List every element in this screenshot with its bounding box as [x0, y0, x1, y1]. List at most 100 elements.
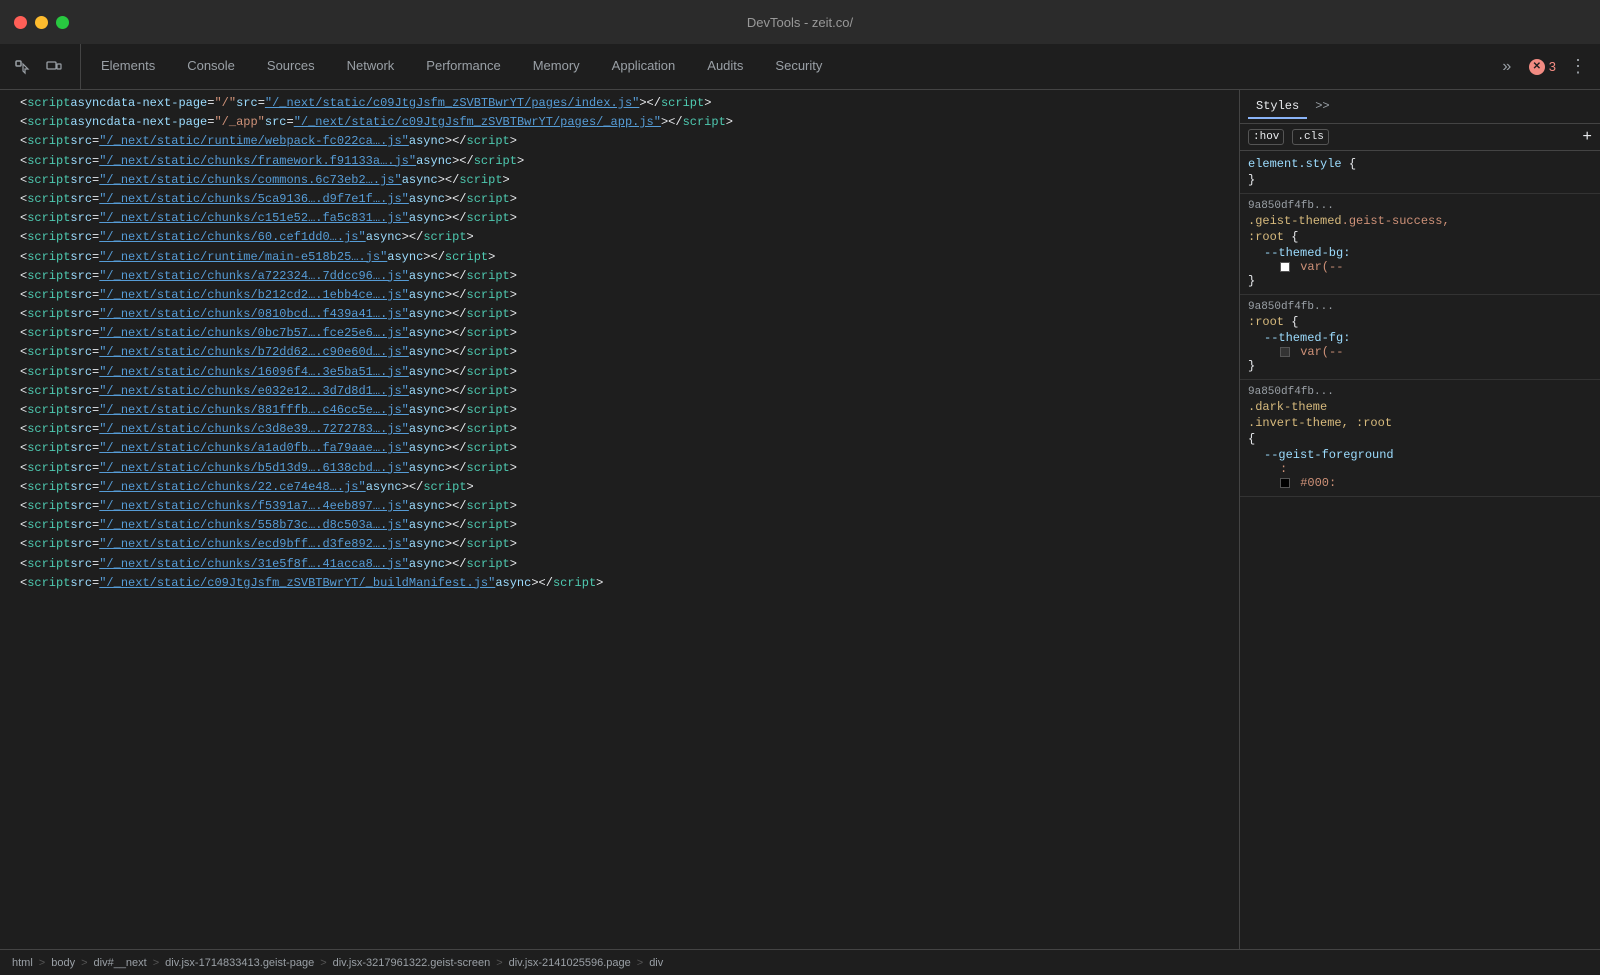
style-source-2[interactable]: 9a850df4fb... — [1248, 301, 1592, 313]
error-count: 3 — [1549, 59, 1556, 74]
style-prop-2: --themed-fg: — [1248, 331, 1592, 345]
style-val-3: : — [1248, 462, 1592, 476]
filter-hov-button[interactable]: :hov — [1248, 129, 1284, 145]
breadcrumb-item[interactable]: html — [8, 955, 37, 971]
style-block-2: 9a850df4fb... :root { --themed-fg: var(-… — [1240, 295, 1600, 380]
style-selector-2: :root { — [1248, 315, 1592, 329]
breadcrumb-item[interactable]: div — [645, 955, 667, 971]
code-line: <script src="/_next/static/chunks/b5d13d… — [0, 459, 1239, 478]
code-line: <script src="/_next/static/runtime/webpa… — [0, 132, 1239, 151]
breadcrumb-separator: > — [318, 957, 328, 969]
code-line: <script src="/_next/static/chunks/common… — [0, 171, 1239, 190]
breadcrumb-separator: > — [79, 957, 89, 969]
tab-sources[interactable]: Sources — [251, 44, 331, 89]
style-source-3[interactable]: 9a850df4fb... — [1248, 386, 1592, 398]
breadcrumb-separator: > — [37, 957, 47, 969]
code-line: <script async data-next-page="/" src="/_… — [0, 94, 1239, 113]
code-line: <script src="/_next/static/chunks/16096f… — [0, 363, 1239, 382]
color-swatch-dark — [1280, 347, 1290, 357]
inspect-element-button[interactable] — [8, 53, 36, 81]
tab-overflow-area: » ✕ 3 ⋮ — [1485, 44, 1600, 89]
style-prop-1: --themed-bg: — [1248, 246, 1592, 260]
tab-application[interactable]: Application — [596, 44, 692, 89]
style-selector-3c: { — [1248, 432, 1592, 446]
tab-styles[interactable]: Styles — [1248, 95, 1307, 119]
code-line: <script src="/_next/static/chunks/f5391a… — [0, 497, 1239, 516]
tab-console[interactable]: Console — [171, 44, 251, 89]
code-line: <script src="/_next/static/chunks/0810bc… — [0, 305, 1239, 324]
add-style-button[interactable]: + — [1582, 128, 1592, 146]
style-selector-1: .geist-themed.geist-success, — [1248, 214, 1592, 228]
window-title: DevTools - zeit.co/ — [747, 15, 853, 30]
filter-cls-button[interactable]: .cls — [1292, 129, 1328, 145]
error-badge[interactable]: ✕ 3 — [1529, 59, 1556, 75]
code-line: <script src="/_next/static/chunks/b212cd… — [0, 286, 1239, 305]
code-line: <script src="/_next/static/chunks/0bc7b5… — [0, 324, 1239, 343]
breadcrumb-item[interactable]: div.jsx-1714833413.geist-page — [161, 955, 318, 971]
window-controls — [14, 16, 69, 29]
code-line: <script src="/_next/static/runtime/main-… — [0, 248, 1239, 267]
tab-network[interactable]: Network — [331, 44, 411, 89]
titlebar: DevTools - zeit.co/ — [0, 0, 1600, 44]
style-close-1: } — [1248, 274, 1592, 288]
code-line: <script src="/_next/static/chunks/60.cef… — [0, 228, 1239, 247]
breadcrumb-separator: > — [151, 957, 161, 969]
style-selector-3b: .invert-theme, :root — [1248, 416, 1592, 430]
color-swatch-black — [1280, 478, 1290, 488]
code-line: <script src="/_next/static/chunks/558b73… — [0, 516, 1239, 535]
style-val-3b: #000: — [1248, 476, 1592, 490]
devtools-menu-button[interactable]: ⋮ — [1564, 53, 1592, 81]
error-icon: ✕ — [1529, 59, 1545, 75]
breadcrumb-item[interactable]: div#__next — [90, 955, 151, 971]
code-line: <script src="/_next/static/chunks/e032e1… — [0, 382, 1239, 401]
tab-icon-group — [8, 44, 81, 89]
close-button[interactable] — [14, 16, 27, 29]
breadcrumb-separator: > — [494, 957, 504, 969]
style-selector: element.style { — [1248, 157, 1592, 171]
color-swatch-white — [1280, 262, 1290, 272]
more-tabs-button[interactable]: » — [1493, 53, 1521, 81]
code-line: <script src="/_next/static/chunks/31e5f8… — [0, 555, 1239, 574]
styles-panel: Styles >> :hov .cls + element.style { } … — [1240, 90, 1600, 949]
code-line: <script src="/_next/static/chunks/a72232… — [0, 267, 1239, 286]
styles-tab-bar: Styles >> — [1240, 90, 1600, 124]
style-block-1: 9a850df4fb... .geist-themed.geist-succes… — [1240, 194, 1600, 295]
styles-overflow[interactable]: >> — [1307, 95, 1337, 119]
breadcrumb: html>body>div#__next>div.jsx-1714833413.… — [0, 949, 1600, 975]
code-line: <script src="/_next/static/chunks/ecd9bf… — [0, 535, 1239, 554]
code-line: <script src="/_next/static/chunks/c3d8e3… — [0, 420, 1239, 439]
breadcrumb-item[interactable]: div.jsx-2141025596.page — [505, 955, 635, 971]
tab-security[interactable]: Security — [759, 44, 838, 89]
maximize-button[interactable] — [56, 16, 69, 29]
style-block-3: 9a850df4fb... .dark-theme .invert-theme,… — [1240, 380, 1600, 497]
device-toolbar-button[interactable] — [40, 53, 68, 81]
code-line: <script src="/_next/static/chunks/5ca913… — [0, 190, 1239, 209]
elements-panel[interactable]: <script async data-next-page="/" src="/_… — [0, 90, 1240, 949]
minimize-button[interactable] — [35, 16, 48, 29]
style-source-1[interactable]: 9a850df4fb... — [1248, 200, 1592, 212]
style-selector-3a: .dark-theme — [1248, 400, 1592, 414]
style-selector-1b: :root { — [1248, 230, 1592, 244]
code-line: <script async data-next-page="/_app" src… — [0, 113, 1239, 132]
code-line: <script src="/_next/static/chunks/c151e5… — [0, 209, 1239, 228]
style-prop-3: --geist-foreground — [1248, 448, 1592, 462]
tab-memory[interactable]: Memory — [517, 44, 596, 89]
tab-performance[interactable]: Performance — [410, 44, 516, 89]
code-line: <script src="/_next/static/c09JtgJsfm_zS… — [0, 574, 1239, 593]
code-line: <script src="/_next/static/chunks/22.ce7… — [0, 478, 1239, 497]
devtools-tabbar: Elements Console Sources Network Perform… — [0, 44, 1600, 90]
code-line: <script src="/_next/static/chunks/a1ad0f… — [0, 439, 1239, 458]
code-line: <script src="/_next/static/chunks/framew… — [0, 152, 1239, 171]
breadcrumb-item[interactable]: body — [47, 955, 79, 971]
style-close-2: } — [1248, 359, 1592, 373]
code-line: <script src="/_next/static/chunks/b72dd6… — [0, 343, 1239, 362]
style-block-element: element.style { } — [1240, 151, 1600, 194]
tab-audits[interactable]: Audits — [691, 44, 759, 89]
style-val-2: var(-- — [1248, 345, 1592, 359]
main-content: <script async data-next-page="/" src="/_… — [0, 90, 1600, 949]
breadcrumb-item[interactable]: div.jsx-3217961322.geist-screen — [329, 955, 495, 971]
tab-elements[interactable]: Elements — [85, 44, 171, 89]
breadcrumb-separator: > — [635, 957, 645, 969]
styles-filter-bar: :hov .cls + — [1240, 124, 1600, 151]
style-val-1: var(-- — [1248, 260, 1592, 274]
